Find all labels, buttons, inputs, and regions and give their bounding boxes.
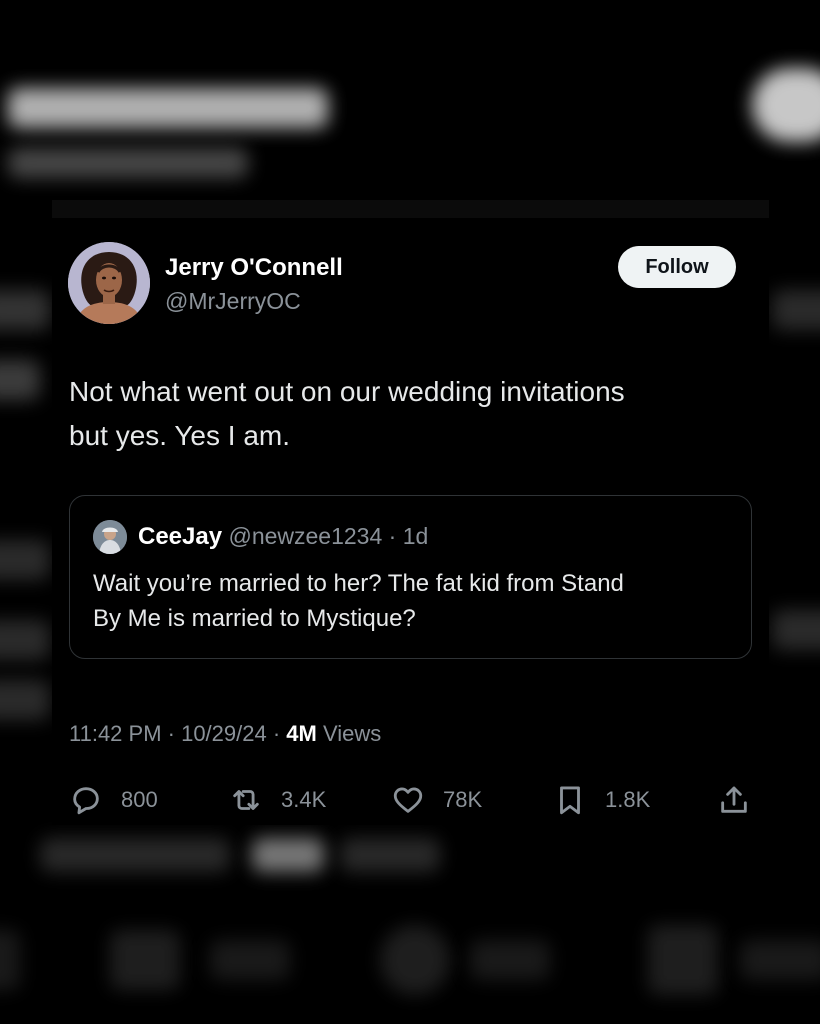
quote-text-line: Wait you’re married to her? The fat kid … [93, 570, 624, 597]
bookmark-icon [560, 786, 580, 815]
blurred-shape [0, 540, 50, 580]
reply-icon [73, 787, 99, 815]
blurred-shape [40, 838, 230, 872]
quote-avatar-photo [93, 520, 127, 554]
blurred-shape [648, 925, 718, 995]
reply-button[interactable]: 800 [69, 780, 158, 820]
blurred-shape [772, 290, 820, 330]
blurred-shape [0, 290, 50, 330]
quote-author-name[interactable]: CeeJay [138, 523, 222, 550]
share-icon [721, 786, 747, 813]
like-icon [393, 787, 423, 813]
blurred-shape [110, 930, 180, 990]
views-count: 4M [286, 721, 317, 746]
blurred-shape [0, 680, 50, 720]
timestamp-text[interactable]: 11:42 PM · 10/29/24 · [69, 721, 286, 746]
bookmark-button[interactable]: 1.8K [553, 780, 650, 820]
avatar-portrait [68, 242, 150, 324]
reply-count: 800 [121, 787, 158, 812]
repost-icon [233, 790, 259, 810]
blurred-shape [470, 940, 550, 980]
blurred-name [8, 88, 328, 128]
like-button[interactable]: 78K [391, 780, 482, 820]
author-name[interactable]: Jerry O'Connell [165, 254, 343, 282]
action-bar: 800 3.4K 78K 1.8K [69, 780, 752, 820]
repost-count: 3.4K [281, 787, 327, 812]
tweet-card: Jerry O'Connell @MrJerryOC Follow Not wh… [52, 200, 769, 825]
views-label: Views [316, 721, 382, 746]
blurred-shape [210, 940, 290, 980]
follow-button[interactable]: Follow [618, 246, 736, 288]
blurred-button [752, 68, 820, 142]
share-button[interactable] [717, 780, 751, 820]
blurred-shape [252, 838, 324, 872]
bookmark-count: 1.8K [605, 787, 651, 812]
tweet-timestamp: 11:42 PM · 10/29/24 · 4M Views [69, 721, 381, 747]
blurred-shape [0, 620, 50, 660]
author-handle[interactable]: @MrJerryOC [165, 288, 301, 315]
quoted-tweet[interactable]: CeeJay @newzee1234 · 1d Wait you’re marr… [69, 495, 752, 659]
tweet-text: Not what went out on our wedding invitat… [69, 370, 729, 458]
quote-text-line: By Me is married to Mystique? [93, 605, 416, 632]
blurred-shape [0, 930, 20, 990]
quote-text: Wait you’re married to her? The fat kid … [93, 566, 733, 636]
like-count: 78K [443, 787, 483, 812]
blurred-shape [380, 925, 450, 995]
blurred-shape [340, 838, 440, 872]
author-avatar[interactable] [68, 242, 150, 324]
tweet-text-line: but yes. Yes I am. [69, 420, 291, 451]
repost-button[interactable]: 3.4K [229, 780, 326, 820]
quote-author-meta: @newzee1234 · 1d [222, 523, 429, 549]
quote-header: CeeJay @newzee1234 · 1d [138, 523, 428, 551]
blurred-handle [8, 148, 248, 178]
quote-author-avatar[interactable] [93, 520, 127, 554]
tweet-text-line: Not what went out on our wedding invitat… [69, 376, 625, 407]
blurred-shape [740, 940, 820, 980]
blurred-shape [0, 360, 40, 400]
blurred-shape [772, 610, 820, 650]
